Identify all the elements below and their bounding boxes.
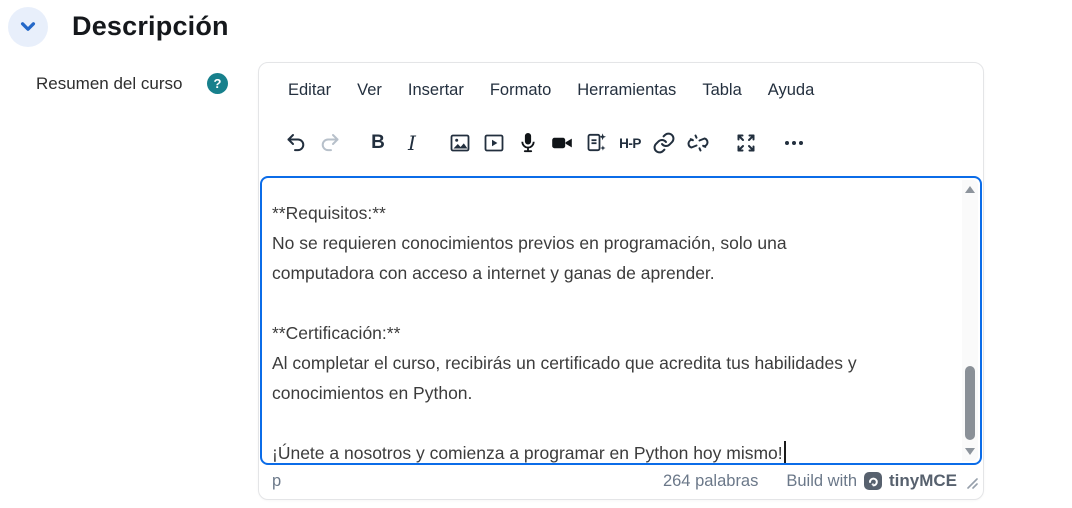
content-line — [272, 288, 952, 318]
record-video-button[interactable] — [545, 126, 579, 160]
menu-ayuda[interactable]: Ayuda — [757, 77, 826, 104]
tinymce-editor: Editar Ver Insertar Formato Herramientas… — [258, 62, 984, 500]
content-line: Al completar el curso, recibirás un cert… — [272, 353, 857, 373]
italic-icon: I — [408, 131, 416, 155]
menu-editar[interactable]: Editar — [277, 77, 342, 104]
editor-menubar: Editar Ver Insertar Formato Herramientas… — [277, 77, 825, 104]
undo-icon — [284, 131, 308, 155]
link-icon — [652, 131, 676, 155]
vertical-scrollbar[interactable] — [962, 180, 978, 461]
menu-formato[interactable]: Formato — [479, 77, 562, 104]
resize-grip[interactable] — [966, 476, 978, 494]
microphone-icon — [516, 131, 540, 155]
editor-statusbar: p 264 palabras Build with tinyMCE — [259, 463, 983, 499]
insert-media-button[interactable] — [477, 126, 511, 160]
italic-button[interactable]: I — [395, 126, 429, 160]
redo-button[interactable] — [313, 126, 347, 160]
scroll-up-arrow-icon[interactable] — [965, 186, 975, 193]
image-icon — [448, 131, 472, 155]
content-line — [272, 408, 952, 438]
fullscreen-icon — [734, 131, 758, 155]
remove-link-button[interactable] — [681, 126, 715, 160]
help-icon[interactable]: ? — [207, 73, 228, 94]
fullscreen-button[interactable] — [729, 126, 763, 160]
scrollbar-thumb[interactable] — [965, 366, 975, 440]
unlink-icon — [686, 131, 710, 155]
text-cursor — [783, 441, 786, 463]
bold-icon: B — [371, 132, 385, 153]
tinymce-logo-icon — [864, 472, 882, 490]
h5p-button[interactable]: H-P — [613, 126, 647, 160]
chevron-down-icon — [15, 13, 41, 42]
menu-ver[interactable]: Ver — [346, 77, 393, 104]
redo-icon — [318, 131, 342, 155]
ai-generate-button[interactable] — [579, 126, 613, 160]
content-line: **Certificación:** — [272, 323, 401, 343]
undo-button[interactable] — [279, 126, 313, 160]
scroll-down-arrow-icon[interactable] — [965, 448, 975, 455]
more-toolbar-button[interactable] — [777, 126, 811, 160]
content-line: conocimientos en Python. — [272, 383, 473, 403]
content-line: **Requisitos:** — [272, 203, 386, 223]
editor-content-area[interactable]: **Requisitos:** No se requieren conocimi… — [260, 176, 982, 465]
content-line: No se requieren conocimientos previos en… — [272, 233, 787, 253]
tinymce-branding-link[interactable]: Build with tinyMCE — [786, 471, 957, 491]
branding-logo-text: tinyMCE — [889, 471, 957, 490]
insert-image-button[interactable] — [443, 126, 477, 160]
content-line: ¡Únete a nosotros y comienza a programar… — [272, 438, 952, 463]
ai-generate-document-icon — [584, 131, 608, 155]
video-camera-icon — [550, 131, 574, 155]
field-label-resumen: Resumen del curso — [36, 74, 183, 93]
content-line-text: ¡Únete a nosotros y comienza a programar… — [272, 443, 783, 463]
menu-tabla[interactable]: Tabla — [691, 77, 752, 104]
element-path[interactable]: p — [272, 472, 281, 491]
menu-insertar[interactable]: Insertar — [397, 77, 475, 104]
collapse-section-button[interactable] — [8, 7, 48, 47]
insert-link-button[interactable] — [647, 126, 681, 160]
editor-content-text: **Requisitos:** No se requieren conocimi… — [272, 198, 952, 463]
editor-toolbar: B I H-P — [279, 121, 811, 165]
record-audio-button[interactable] — [511, 126, 545, 160]
media-icon — [482, 131, 506, 155]
bold-button[interactable]: B — [361, 126, 395, 160]
branding-text: Build with — [786, 471, 857, 490]
content-line: computadora con acceso a internet y gana… — [272, 263, 715, 283]
section-title: Descripción — [72, 11, 229, 41]
h5p-icon: H-P — [619, 135, 641, 151]
word-count[interactable]: 264 palabras — [663, 472, 758, 491]
more-icon — [782, 131, 806, 155]
menu-herramientas[interactable]: Herramientas — [566, 77, 687, 104]
